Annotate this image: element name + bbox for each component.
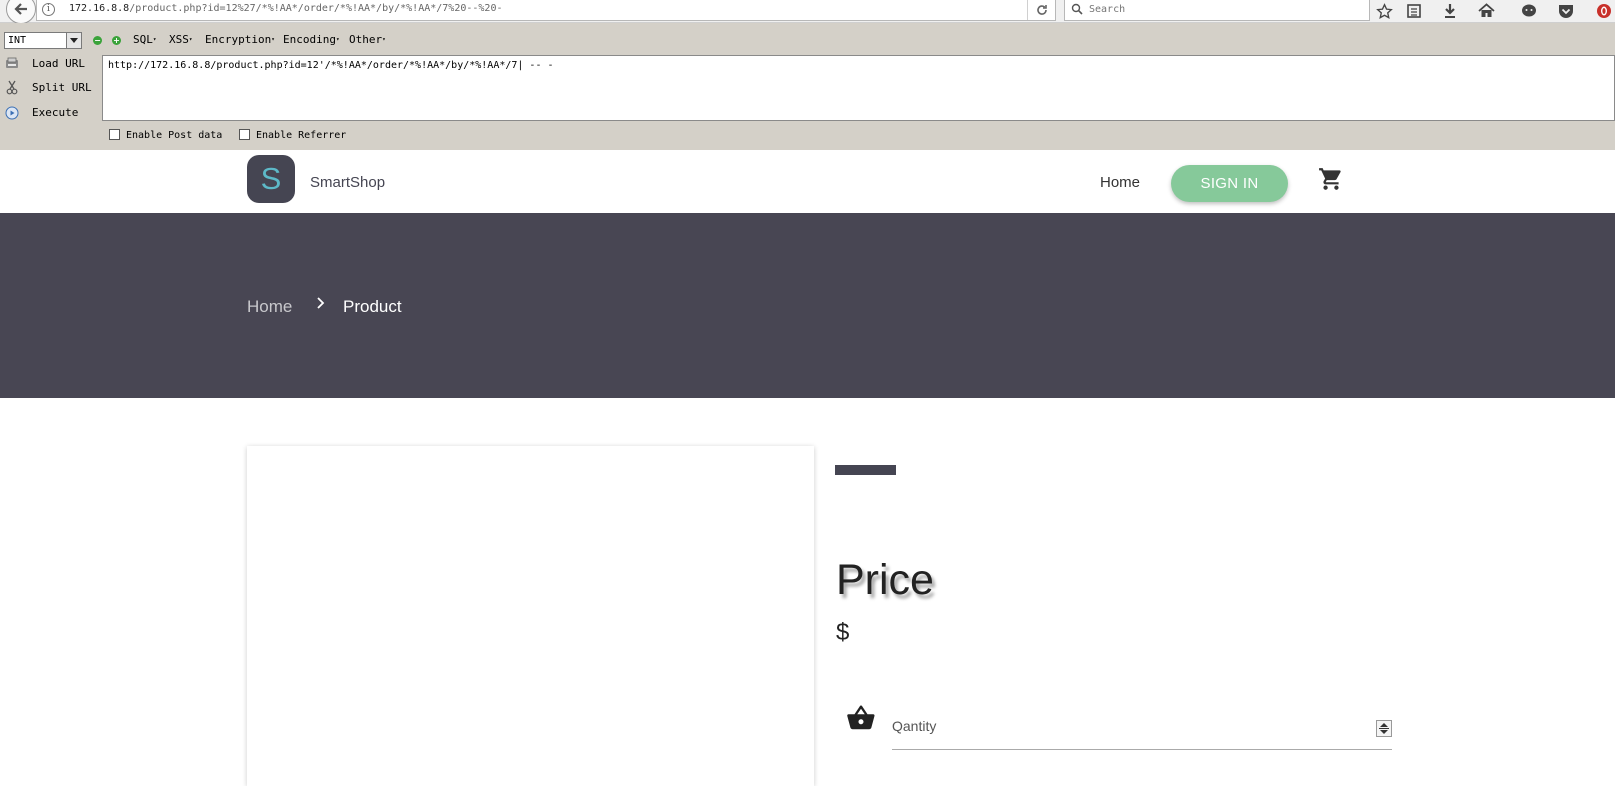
search-input[interactable] (1089, 2, 1359, 17)
hackbar-panel: INT − + SQL▾ XSS▾ Encryption▾ Encoding▾ … (0, 23, 1615, 150)
menu-encryption[interactable]: Encryption▾ (205, 33, 275, 46)
nav-home-link[interactable]: Home (1100, 174, 1140, 191)
bookmark-star-icon[interactable] (1374, 1, 1394, 21)
quantity-field[interactable] (892, 706, 1392, 750)
split-url-button[interactable]: Split URL (0, 77, 100, 99)
breadcrumb-home[interactable]: Home (247, 297, 292, 317)
quantity-stepper[interactable] (1376, 720, 1392, 737)
load-url-label: Load URL (32, 57, 85, 70)
price-heading: Price (836, 556, 934, 604)
chat-icon[interactable] (1519, 1, 1539, 21)
quantity-input[interactable] (892, 714, 1352, 738)
sign-in-label: SIGN IN (1200, 175, 1259, 192)
logo-letter: S (260, 161, 282, 196)
address-text[interactable]: 172.16.8.8/product.php?id=12%27/*%!AA*/o… (69, 3, 503, 14)
basket-icon (846, 704, 876, 732)
menu-other[interactable]: Other▾ (349, 33, 386, 46)
post-data-checkbox-box[interactable] (109, 129, 120, 140)
reload-icon[interactable] (1027, 0, 1055, 20)
chevron-right-icon (314, 293, 328, 313)
enable-post-data-checkbox[interactable]: Enable Post data (109, 129, 222, 141)
reading-list-icon[interactable] (1404, 1, 1424, 21)
stepper-divider (1379, 728, 1389, 729)
addon-icon[interactable] (1594, 1, 1614, 21)
breadcrumb-current: Product (343, 297, 402, 316)
scissors-icon (4, 80, 19, 95)
menu-xss-label: XSS (169, 33, 189, 46)
info-icon[interactable]: i (42, 3, 55, 16)
brand-name[interactable]: SmartShop (310, 174, 385, 191)
address-bar[interactable]: i 172.16.8.8/product.php?id=12%27/*%!AA*… (36, 0, 1056, 21)
menu-encoding-label: Encoding (283, 33, 336, 46)
encoding-select[interactable]: INT (4, 32, 82, 49)
shopping-cart-icon[interactable] (1318, 166, 1344, 192)
play-icon (4, 105, 19, 120)
encoding-select-value: INT (8, 35, 27, 46)
back-arrow-icon (14, 3, 27, 15)
download-icon[interactable] (1440, 1, 1460, 21)
referrer-checkbox-box[interactable] (239, 129, 250, 140)
menu-sql[interactable]: SQL▾ (133, 33, 157, 46)
search-icon (1071, 3, 1083, 15)
load-url-button[interactable]: Load URL (0, 53, 100, 75)
stepper-down-icon[interactable] (1380, 730, 1388, 734)
back-button[interactable] (6, 0, 36, 24)
referrer-label: Enable Referrer (256, 130, 347, 141)
execute-label: Execute (32, 106, 79, 119)
execute-button[interactable]: Execute (0, 102, 100, 124)
url-path: /product.php?id=12%27/*%!AA*/order/*%!AA… (129, 3, 503, 14)
zoom-in-icon[interactable]: + (112, 36, 121, 45)
product-image (247, 446, 814, 786)
browser-search-box[interactable] (1064, 0, 1370, 21)
post-data-label: Enable Post data (126, 130, 223, 141)
zoom-out-icon[interactable]: − (93, 36, 102, 45)
menu-sql-label: SQL (133, 33, 153, 46)
sign-in-button[interactable]: SIGN IN (1171, 165, 1288, 202)
site-header: S SmartShop Home SIGN IN (0, 150, 1615, 213)
page-hero: Home Product (0, 213, 1615, 398)
product-title-placeholder (835, 465, 896, 475)
split-url-label: Split URL (32, 81, 92, 94)
menu-encoding[interactable]: Encoding▾ (283, 33, 340, 46)
pocket-icon[interactable] (1556, 1, 1576, 21)
browser-nav-bar: i 172.16.8.8/product.php?id=12%27/*%!AA*… (0, 0, 1615, 24)
hackbar-url-textarea[interactable]: http://172.16.8.8/product.php?id=12'/*%!… (102, 55, 1615, 121)
stepper-up-icon[interactable] (1380, 723, 1388, 727)
site-logo[interactable]: S (247, 155, 295, 203)
menu-encryption-label: Encryption (205, 33, 272, 46)
load-url-icon (4, 56, 19, 71)
enable-referrer-checkbox[interactable]: Enable Referrer (239, 129, 346, 141)
url-host: 172.16.8.8 (69, 3, 130, 14)
price-value: $ (836, 619, 850, 646)
chevron-down-icon[interactable] (66, 33, 81, 48)
menu-other-label: Other (349, 33, 383, 46)
menu-xss[interactable]: XSS▾ (169, 33, 193, 46)
home-icon[interactable] (1476, 1, 1496, 21)
